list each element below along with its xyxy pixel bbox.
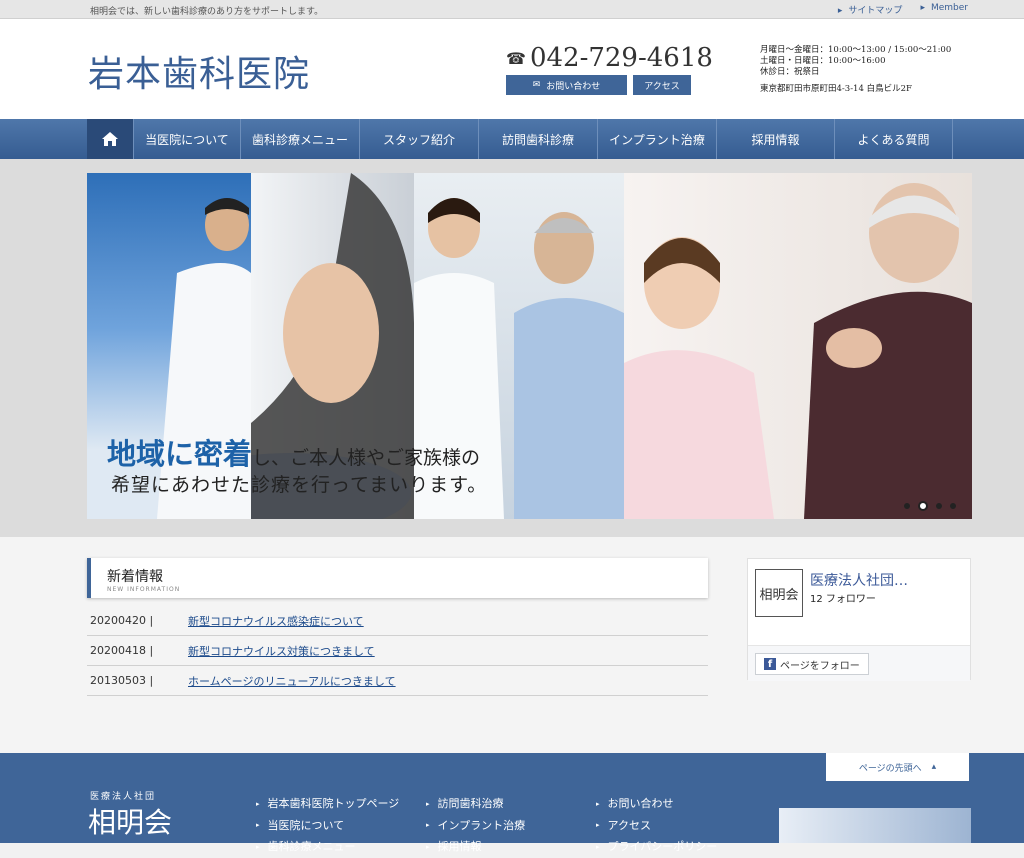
access-label: アクセス [644,81,680,92]
footer-link[interactable]: 採用情報 [426,836,525,858]
member-link[interactable]: ▸ Member [920,3,968,16]
slider-dots [904,501,956,511]
slide-dot[interactable] [950,503,956,509]
facebook-page-name[interactable]: 医療法人社団… [810,570,908,590]
footer-brand: 相明会 [88,806,173,839]
site-logo[interactable]: 岩本歯科医院 [88,45,310,97]
hero-slider[interactable]: 地域に密着し、ご本人様やご家族様の 希望にあわせた診療を行ってまいります。 [87,173,972,519]
footer-link[interactable]: 当医院について [256,815,399,837]
hero-caption-line1: 地域に密着し、ご本人様やご家族様の [107,431,480,473]
arrow-icon: ▸ [920,3,925,13]
footer-col-2: 訪問歯科治療 インプラント治療 採用情報 [426,793,526,858]
top-links: ▸ サイトマップ ▸ Member [838,3,968,16]
news-item: 20130503 | ホームページのリニューアルにつきまして [87,666,708,696]
nav-item-faq[interactable]: よくある質問 [835,119,953,159]
news-link[interactable]: 新型コロナウイルス対策につきまして [188,643,375,659]
facebook-avatar[interactable]: 相明会 [755,569,803,617]
arrow-icon: ▸ [837,6,843,16]
phone-icon: ☎ [506,48,526,68]
news-link[interactable]: ホームページのリニューアルにつきまして [188,673,396,689]
news-list: 20200420 | 新型コロナウイルス感染症について 20200418 | 新… [87,606,708,696]
nav-item-recruit[interactable]: 採用情報 [717,119,835,159]
facebook-icon: f [764,658,776,670]
nav-item-staff[interactable]: スタッフ紹介 [360,119,479,159]
hero-caption-line2: 希望にあわせた診療を行ってまいります。 [111,474,488,496]
sitemap-link[interactable]: ▸ サイトマップ [838,3,903,16]
footer-link[interactable]: お問い合わせ [596,793,717,815]
tagline: 相明会では、新しい歯科診療のあり方をサポートします。 [90,7,324,17]
hero-photo-elderly [624,173,972,519]
nav-items: 当医院について 歯科診療メニュー スタッフ紹介 訪問歯科診療 インプラント治療 … [87,119,953,159]
news-subtitle: NEW INFORMATION [107,586,181,593]
access-button[interactable]: アクセス [633,75,691,95]
slide-dot[interactable] [904,503,910,509]
news-date: 20200420 | [90,614,154,627]
news-date: 20200418 | [90,644,154,657]
footer-banner-image[interactable] [779,808,971,843]
nav-item-menu[interactable]: 歯科診療メニュー [241,119,360,159]
office-hours: 月曜日～金曜日：10:00～13:00 / 15:00～21:00 土曜日・日曜… [760,45,951,95]
footer-link[interactable]: アクセス [596,815,717,837]
page-top-label: ページの先頭へ [858,763,922,774]
nav-item-visit[interactable]: 訪問歯科診療 [479,119,598,159]
footer-link[interactable]: 歯科診療メニュー [256,836,399,858]
footer-link[interactable]: 訪問歯科治療 [426,793,525,815]
hours-closed: 休診日：祝祭日 [760,67,820,77]
header: 岩本歯科医院 ☎ 042-729-4618 ✉ お問い合わせ アクセス 月曜日～… [0,19,1024,119]
footer: ページの先頭へ ▴ 医療法人社団 相明会 岩本歯科医院トップページ 当医院につい… [0,753,1024,853]
hero-line1: し、ご本人様やご家族様の [252,447,481,469]
news-link[interactable]: 新型コロナウイルス感染症について [188,613,364,629]
phone-text: 042-729-4618 [529,43,713,73]
nav-item-about[interactable]: 当医院について [134,119,241,159]
slide-dot-active[interactable] [918,501,928,511]
news-date: 20130503 | [90,674,154,687]
main-content: 新着情報 NEW INFORMATION 20200420 | 新型コロナウイル… [0,537,1024,753]
nav-home-button[interactable] [87,119,134,159]
hours-weekend: 土曜日・日曜日：10:00～16:00 [760,56,886,66]
facebook-follow-button[interactable]: f ページをフォロー [755,653,869,675]
news-header: 新着情報 NEW INFORMATION [87,558,708,598]
nav-item-implant[interactable]: インプラント治療 [598,119,717,159]
news-item: 20200418 | 新型コロナウイルス対策につきまして [87,636,708,666]
page-top-button[interactable]: ページの先頭へ ▴ [826,753,969,781]
facebook-bar: f ページをフォロー [748,645,970,681]
contact-button[interactable]: ✉ お問い合わせ [506,75,627,95]
elderly-figure [624,183,972,519]
home-icon [102,132,118,146]
sitemap-label: サイトマップ [848,6,903,16]
phone-number: ☎ 042-729-4618 [506,43,713,73]
news-title: 新着情報 [107,569,163,585]
footer-link[interactable]: インプラント治療 [426,815,526,837]
footer-col-3: お問い合わせ アクセス プライバシーポリシー [596,793,718,858]
footer-link[interactable]: プライバシーポリシー [596,836,718,858]
footer-col-1: 岩本歯科医院トップページ 当医院について 歯科診療メニュー [256,793,400,858]
follow-label: ページをフォロー [780,660,860,672]
caret-up-icon: ▴ [931,762,937,772]
address: 東京都町田市原町田4-3-14 白鳥ビル2F [760,84,912,94]
footer-link[interactable]: 岩本歯科医院トップページ [256,793,400,815]
member-label: Member [930,3,968,13]
header-buttons: ✉ お問い合わせ アクセス [506,75,691,95]
mail-icon: ✉ [532,80,541,90]
top-bar: 相明会では、新しい歯科診療のあり方をサポートします。 ▸ サイトマップ ▸ Memb… [0,0,1024,19]
hero-highlight: 地域に密着 [107,437,253,471]
facebook-widget: 相明会 医療法人社団… 12 フォロワー f ページをフォロー [747,558,971,681]
slide-dot[interactable] [936,503,942,509]
hours-weekday: 月曜日～金曜日：10:00～13:00 / 15:00～21:00 [760,45,952,55]
contact-label: お問い合わせ [546,81,601,92]
main-nav: 当医院について 歯科診療メニュー スタッフ紹介 訪問歯科診療 インプラント治療 … [0,119,1024,159]
hero-section: 地域に密着し、ご本人様やご家族様の 希望にあわせた診療を行ってまいります。 [0,159,1024,537]
news-item: 20200420 | 新型コロナウイルス感染症について [87,606,708,636]
facebook-followers: 12 フォロワー [810,594,876,605]
